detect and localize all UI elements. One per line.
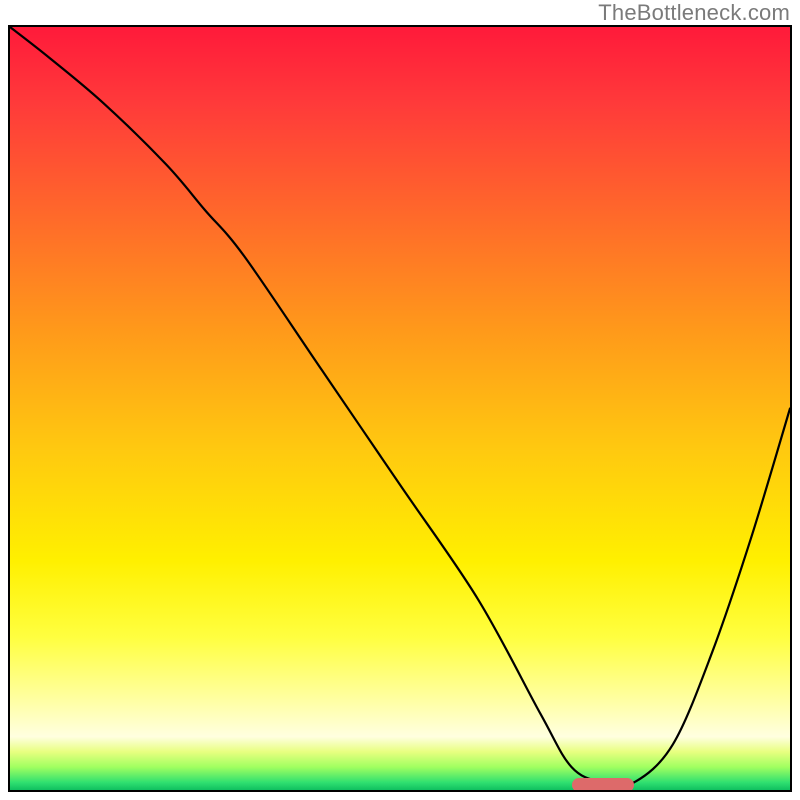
chart-frame bbox=[8, 25, 792, 792]
chart-curve bbox=[10, 27, 790, 790]
minimum-marker bbox=[572, 778, 634, 792]
watermark-text: TheBottleneck.com bbox=[598, 0, 790, 26]
